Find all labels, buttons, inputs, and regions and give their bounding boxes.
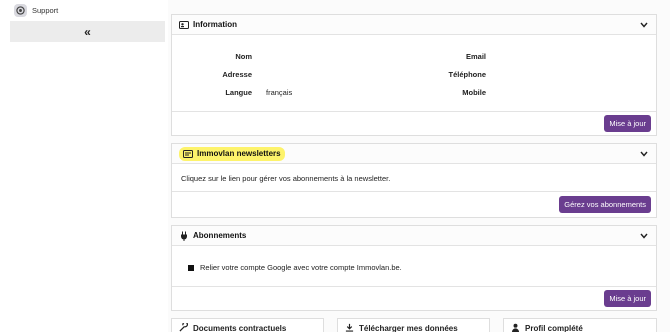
- newsletter-icon: [183, 149, 193, 159]
- abonnements-update-button[interactable]: Mise à jour: [604, 290, 651, 307]
- google-link-text: Relier votre compte Google avec votre co…: [200, 263, 402, 272]
- adresse-label: Adresse: [222, 70, 252, 79]
- langue-value: français: [266, 88, 293, 97]
- plug-icon: [179, 231, 189, 241]
- nom-label: Nom: [235, 52, 252, 61]
- newsletters-title-highlight: Immovlan newsletters: [179, 146, 285, 161]
- newsletters-description: Cliquez sur le lien pour gérer vos abonn…: [181, 174, 391, 183]
- langue-label: Langue: [225, 88, 252, 97]
- newsletters-title: Immovlan newsletters: [197, 149, 281, 158]
- telephone-label: Téléphone: [448, 70, 486, 79]
- information-footer: Mise à jour: [172, 111, 656, 135]
- information-title: Information: [193, 20, 237, 29]
- tab-documents[interactable]: Documents contractuels: [171, 318, 324, 332]
- tab-profile[interactable]: Profil complété: [503, 318, 657, 332]
- email-label: Email: [465, 52, 486, 61]
- chevron-down-icon[interactable]: [639, 20, 649, 30]
- collapse-sidebar-button[interactable]: «: [10, 21, 165, 42]
- sidebar-item-label: Support: [32, 5, 59, 15]
- abonnements-title: Abonnements: [193, 231, 247, 240]
- chevron-down-icon[interactable]: [639, 231, 649, 241]
- abonnements-footer: Mise à jour: [172, 286, 656, 310]
- mobile-label: Mobile: [462, 88, 486, 97]
- main-content: Information Nom Adresse Langue français …: [171, 0, 657, 332]
- manage-subscriptions-button[interactable]: Gérez vos abonnements: [559, 196, 651, 213]
- user-card-icon: [179, 20, 189, 30]
- tab-profile-label: Profil complété: [525, 323, 583, 332]
- information-header[interactable]: Information: [172, 15, 656, 35]
- abonnements-card: Abonnements Relier votre compte Google a…: [171, 225, 657, 311]
- newsletters-card: Immovlan newsletters Cliquez sur le lien…: [171, 143, 657, 218]
- tab-download[interactable]: Télécharger mes données: [337, 318, 490, 332]
- information-update-button[interactable]: Mise à jour: [604, 115, 651, 132]
- chevron-down-icon[interactable]: [639, 149, 649, 159]
- google-link-row[interactable]: Relier votre compte Google avec votre co…: [188, 263, 402, 272]
- information-card: Information Nom Adresse Langue français …: [171, 14, 657, 136]
- newsletters-header[interactable]: Immovlan newsletters: [172, 144, 656, 164]
- download-icon: [345, 323, 354, 332]
- double-chevron-left-icon: «: [84, 24, 91, 39]
- sidebar: Support «: [0, 0, 168, 332]
- user-icon: [511, 323, 520, 332]
- newsletters-footer: Gérez vos abonnements: [172, 191, 656, 217]
- sidebar-item-support[interactable]: Support: [14, 3, 58, 17]
- wrench-icon: [179, 321, 188, 332]
- tab-download-label: Télécharger mes données: [359, 323, 458, 332]
- support-icon: [14, 3, 27, 17]
- abonnements-header[interactable]: Abonnements: [172, 226, 656, 246]
- google-link-checkbox[interactable]: [188, 264, 194, 271]
- tab-documents-label: Documents contractuels: [193, 323, 287, 332]
